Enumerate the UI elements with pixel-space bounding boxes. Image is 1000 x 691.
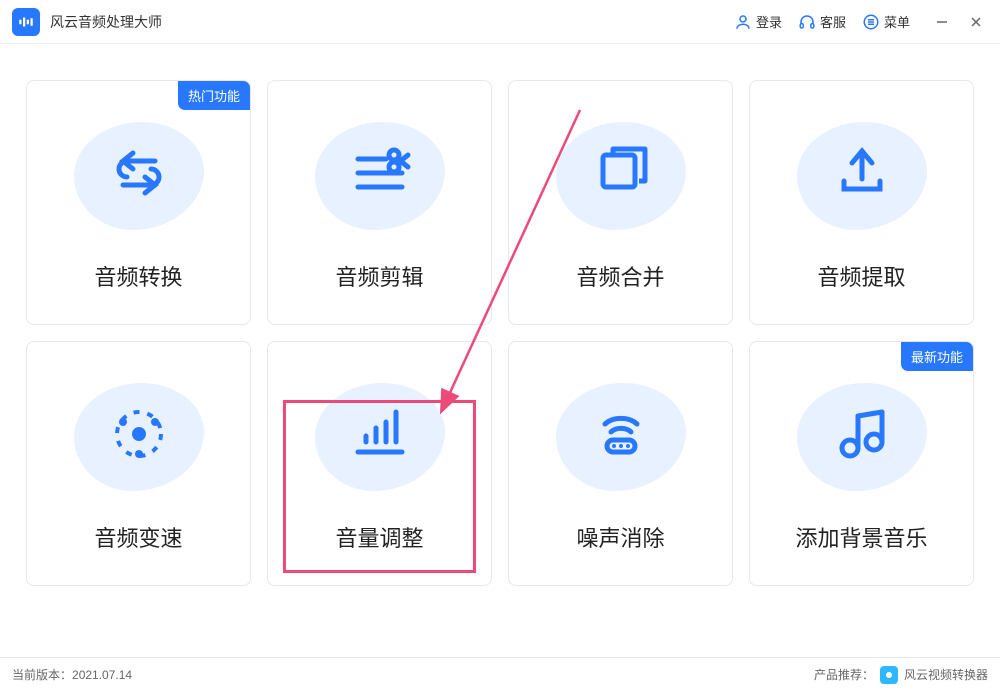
menu-button[interactable]: 菜单 [862,12,910,31]
main-content: 热门功能 音频转换 [0,44,1000,606]
minimize-button[interactable] [932,12,952,32]
support-button[interactable]: 客服 [798,12,846,31]
card-icon-wrap [310,113,450,238]
header-right: 登录 客服 菜单 [734,12,986,32]
card-label: 音频提取 [817,260,905,292]
card-icon-wrap [310,374,450,499]
badge-new: 最新功能 [901,342,973,371]
login-label: 登录 [756,12,782,31]
recommend-product: 风云视频转换器 [904,666,988,683]
convert-icon [103,137,175,214]
user-icon [734,13,752,31]
card-add-bgm[interactable]: 最新功能 添加背景音乐 [749,341,974,586]
card-icon-wrap [792,374,932,499]
card-audio-extract[interactable]: 音频提取 [749,80,974,325]
card-icon-wrap [792,113,932,238]
cut-icon [344,137,416,214]
card-icon-wrap [69,374,209,499]
volume-icon [344,398,416,475]
app-logo-icon [12,8,40,36]
title-bar: 风云音频处理大师 登录 客服 菜单 [0,0,1000,44]
close-button[interactable] [966,12,986,32]
app-title: 风云音频处理大师 [50,12,162,32]
card-label: 音量调整 [335,521,423,553]
music-icon [826,398,898,475]
recommend-logo-icon [880,666,898,684]
card-volume-adjust[interactable]: 音量调整 [267,341,492,586]
card-label: 音频剪辑 [335,260,423,292]
window-controls [932,12,986,32]
menu-icon [862,13,880,31]
card-icon-wrap [551,113,691,238]
card-label: 噪声消除 [576,521,664,553]
support-label: 客服 [820,12,846,31]
recommend-section[interactable]: 产品推荐： 风云视频转换器 [814,666,988,684]
menu-label: 菜单 [884,12,910,31]
badge-hot: 热门功能 [178,81,250,110]
card-label: 音频变速 [94,521,182,553]
status-bar: 当前版本：2021.07.14 产品推荐： 风云视频转换器 [0,657,1000,691]
speed-icon [103,398,175,475]
card-label: 音频合并 [576,260,664,292]
card-audio-edit[interactable]: 音频剪辑 [267,80,492,325]
card-label: 添加背景音乐 [795,521,927,553]
card-audio-merge[interactable]: 音频合并 [508,80,733,325]
card-noise-remove[interactable]: 噪声消除 [508,341,733,586]
card-icon-wrap [69,113,209,238]
version-info: 当前版本：2021.07.14 [12,666,132,683]
card-audio-convert[interactable]: 热门功能 音频转换 [26,80,251,325]
extract-icon [826,137,898,214]
version-label: 当前版本： [12,668,72,682]
feature-grid: 热门功能 音频转换 [26,80,974,586]
card-icon-wrap [551,374,691,499]
recommend-label: 产品推荐： [814,666,874,683]
login-button[interactable]: 登录 [734,12,782,31]
version-value: 2021.07.14 [72,668,132,682]
card-audio-speed[interactable]: 音频变速 [26,341,251,586]
card-label: 音频转换 [94,260,182,292]
merge-icon [585,137,657,214]
headset-icon [798,13,816,31]
header-left: 风云音频处理大师 [12,8,162,36]
denoise-icon [585,398,657,475]
